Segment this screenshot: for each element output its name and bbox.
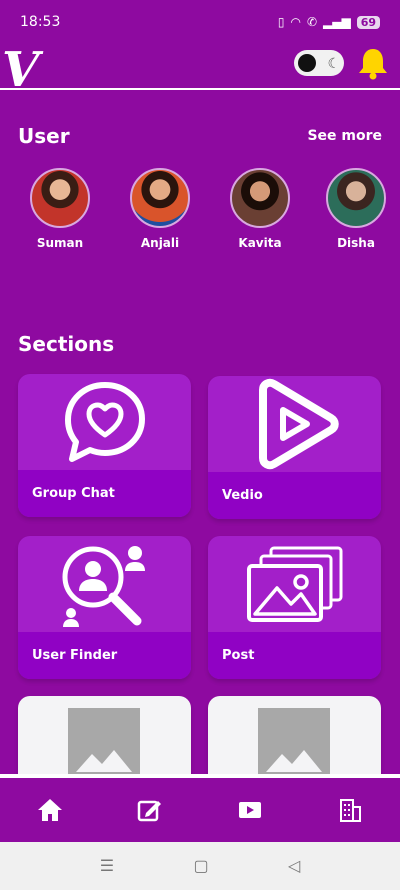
system-nav-bar: ☰ ▢ ◁ — [0, 842, 400, 890]
video-icon — [239, 802, 261, 818]
status-time: 18:53 — [20, 14, 61, 30]
image-placeholder-icon — [68, 708, 140, 778]
user-name: Anjali — [140, 236, 180, 250]
user-item[interactable]: Anjali — [120, 168, 200, 250]
avatar — [30, 168, 90, 228]
home-button-icon[interactable]: ▢ — [193, 856, 208, 876]
app-logo: V — [2, 42, 39, 98]
card-label: Group Chat — [32, 486, 115, 501]
nav-building[interactable] — [330, 790, 370, 830]
card-label: Vedio — [222, 488, 263, 503]
video-card[interactable]: Vedio — [208, 376, 381, 519]
card-footer: Group Chat — [18, 470, 191, 517]
nav-edit[interactable] — [130, 790, 170, 830]
post-card[interactable]: Post — [208, 536, 381, 679]
recents-icon[interactable]: ☰ — [100, 856, 114, 876]
user-search-icon — [62, 546, 145, 627]
app-bar: V ☾ — [0, 42, 400, 98]
user-finder-card[interactable]: User Finder — [18, 536, 191, 679]
toggle-knob — [298, 54, 316, 72]
nav-home[interactable] — [30, 790, 70, 830]
play-icon — [258, 378, 339, 470]
vibrate-icon: ▯ — [277, 15, 285, 29]
building-icon — [340, 799, 361, 822]
placeholder-card[interactable] — [208, 696, 381, 786]
users-section-title: User — [18, 124, 70, 148]
bell-icon[interactable] — [356, 46, 390, 80]
placeholder-card[interactable] — [18, 696, 191, 786]
theme-toggle[interactable]: ☾ — [294, 50, 344, 76]
user-item[interactable]: Suman — [20, 168, 100, 250]
card-icon-area — [18, 536, 191, 632]
avatar — [130, 168, 190, 228]
bottom-nav — [0, 774, 400, 842]
user-item[interactable]: Disha — [316, 168, 396, 250]
group-chat-card[interactable]: Group Chat — [18, 374, 191, 517]
user-name: Disha — [337, 236, 375, 250]
home-icon — [38, 799, 62, 821]
sections-title: Sections — [18, 332, 115, 356]
call-icon: ✆ — [306, 15, 317, 29]
user-list: Suman Anjali Kavita Disha — [0, 168, 400, 258]
card-icon-area — [208, 536, 381, 632]
signal-icon: ▂▄▆ — [323, 15, 351, 29]
see-more-link[interactable]: See more — [307, 128, 382, 144]
user-item[interactable]: Kavita — [220, 168, 300, 250]
card-footer: User Finder — [18, 632, 191, 679]
edit-icon — [137, 800, 161, 822]
images-icon — [246, 546, 342, 622]
avatar — [230, 168, 290, 228]
nav-video[interactable] — [230, 790, 270, 830]
user-name: Kavita — [238, 236, 282, 250]
avatar — [326, 168, 386, 228]
card-icon-area — [208, 376, 381, 472]
card-footer: Post — [208, 632, 381, 679]
card-label: User Finder — [32, 648, 118, 663]
moon-icon: ☾ — [327, 55, 340, 71]
status-icons: ▯ ◠ ✆ ▂▄▆ 69 — [278, 15, 380, 29]
wifi-icon: ◠ — [290, 15, 301, 29]
user-name: Suman — [36, 236, 84, 250]
card-label: Post — [222, 648, 255, 663]
battery-indicator: 69 — [356, 15, 380, 29]
back-icon[interactable]: ◁ — [288, 856, 300, 876]
chat-heart-icon — [64, 382, 145, 462]
card-icon-area — [18, 374, 191, 470]
card-footer: Vedio — [208, 472, 381, 519]
status-bar: 18:53 ▯ ◠ ✆ ▂▄▆ 69 — [0, 0, 400, 44]
image-placeholder-icon — [258, 708, 330, 778]
